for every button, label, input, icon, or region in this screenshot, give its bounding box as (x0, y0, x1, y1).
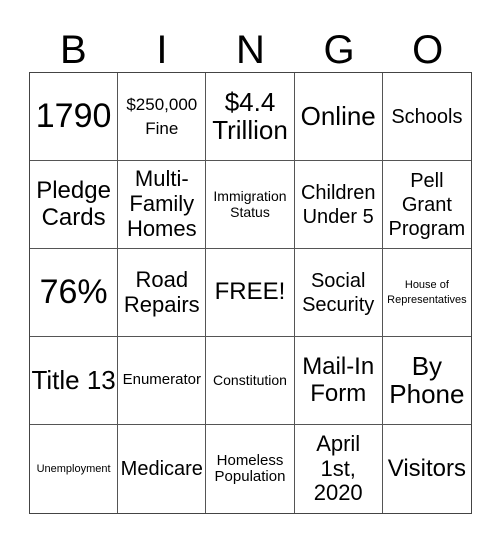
header-letter-i: I (156, 28, 168, 72)
header-letter-b: B (59, 28, 87, 72)
bingo-cell[interactable]: Pledge Cards (30, 161, 119, 249)
bingo-cell[interactable]: 76% (30, 249, 119, 337)
bingo-cell[interactable]: Unemployment (30, 425, 119, 513)
bingo-cell[interactable]: Mail-In Form (294, 337, 383, 425)
bingo-cell[interactable]: April 1st, 2020 (295, 425, 383, 513)
bingo-cell[interactable]: Visitors (383, 425, 471, 513)
bingo-cell[interactable]: Pell Grant Program (382, 161, 471, 249)
bingo-cell[interactable]: By Phone (382, 337, 471, 425)
bingo-cell[interactable]: Medicare (118, 425, 207, 513)
bingo-cell[interactable]: Constitution (206, 337, 295, 425)
bingo-cell[interactable]: Enumerator (118, 337, 207, 425)
bingo-grid: 1790 $250,000 Fine $4.4 Trillion Online … (29, 72, 472, 514)
bingo-cell[interactable]: $250,000 Fine (118, 73, 207, 161)
header-letter-o: O (412, 28, 444, 72)
bingo-cell[interactable]: Immigration Status (206, 161, 295, 249)
bingo-cell[interactable]: 1790 (30, 73, 119, 161)
bingo-cell[interactable]: Online (294, 73, 383, 161)
header-letter-g: G (323, 28, 355, 72)
bingo-cell[interactable]: House of Representatives (382, 249, 471, 337)
bingo-cell[interactable]: Multi-Family Homes (118, 161, 207, 249)
bingo-header: B I N G O (29, 28, 472, 72)
bingo-cell[interactable]: $4.4 Trillion (206, 73, 295, 161)
bingo-cell[interactable]: Road Repairs (118, 249, 207, 337)
header-letter-n: N (236, 28, 265, 72)
bingo-cell[interactable]: Children Under 5 (294, 161, 383, 249)
free-space[interactable]: FREE! (206, 249, 295, 337)
bingo-cell[interactable]: Title 13 (30, 337, 119, 425)
bingo-cell[interactable]: Social Security (294, 249, 383, 337)
bingo-cell[interactable]: Schools (382, 73, 471, 161)
bingo-cell[interactable]: Homeless Population (206, 425, 295, 513)
